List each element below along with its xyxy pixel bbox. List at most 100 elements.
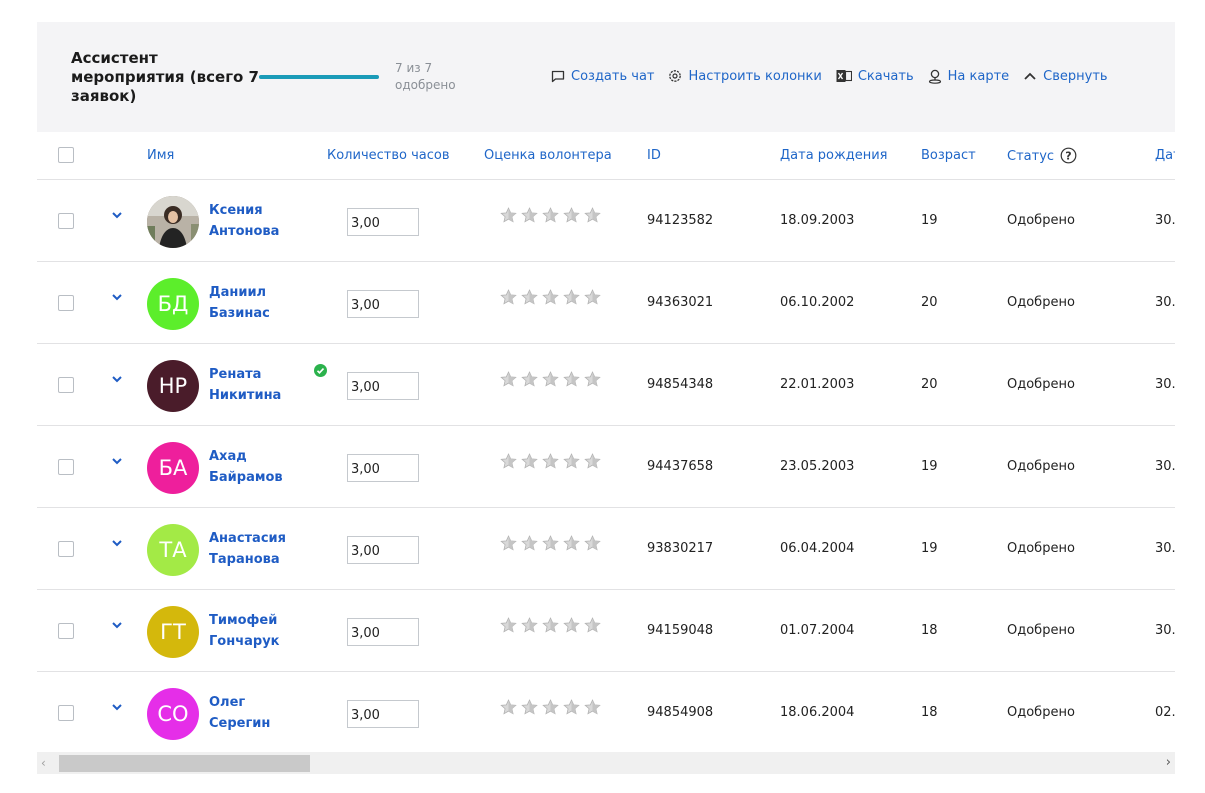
collapse-label: Свернуть: [1043, 68, 1108, 84]
hours-input[interactable]: 3,00: [347, 372, 419, 400]
volunteer-rating[interactable]: [499, 534, 604, 554]
hours-input[interactable]: 3,00: [347, 290, 419, 318]
help-icon[interactable]: ?: [1060, 147, 1077, 164]
expand-chevron-icon[interactable]: [111, 373, 123, 385]
row-checkbox[interactable]: [58, 213, 74, 229]
rating-star-icon[interactable]: [520, 206, 541, 226]
configure-columns-button[interactable]: Настроить колонки: [668, 69, 822, 84]
hours-input[interactable]: 3,00: [347, 208, 419, 236]
rating-star-icon[interactable]: [520, 370, 541, 390]
rating-star-icon[interactable]: [541, 698, 562, 718]
table-row[interactable]: Ксения Антонова 3,00 94123582 18.09.2003 19 Од…: [37, 180, 1175, 262]
rating-star-icon[interactable]: [583, 206, 604, 226]
rating-star-icon[interactable]: [499, 616, 520, 636]
expand-chevron-icon[interactable]: [111, 209, 123, 221]
rating-star-icon[interactable]: [583, 616, 604, 636]
column-header-birthdate[interactable]: Дата рождения: [780, 148, 887, 163]
table-row[interactable]: БД Даниил Базинас 3,00 94363021 06.10.2002 20 О…: [37, 262, 1175, 344]
rating-star-icon[interactable]: [499, 698, 520, 718]
row-checkbox[interactable]: [58, 377, 74, 393]
expand-chevron-icon[interactable]: [111, 619, 123, 631]
participant-name-link[interactable]: Ахад Байрамов: [209, 446, 309, 488]
table-row[interactable]: БА Ахад Байрамов 3,00 94437658 23.05.2003 19 Од…: [37, 426, 1175, 508]
hours-input[interactable]: 3,00: [347, 536, 419, 564]
select-all-checkbox[interactable]: [58, 147, 74, 163]
collapse-button[interactable]: Свернуть: [1023, 68, 1108, 84]
expand-chevron-icon[interactable]: [111, 701, 123, 713]
participant-name-link[interactable]: Анастасия Таранова: [209, 528, 309, 570]
row-checkbox[interactable]: [58, 623, 74, 639]
approval-count: 7 из 7: [395, 61, 433, 75]
download-button[interactable]: Скачать: [836, 69, 914, 84]
row-checkbox[interactable]: [58, 705, 74, 721]
rating-star-icon[interactable]: [583, 288, 604, 308]
volunteer-rating[interactable]: [499, 288, 604, 308]
rating-star-icon[interactable]: [562, 698, 583, 718]
rating-star-icon[interactable]: [583, 452, 604, 472]
participant-name-link[interactable]: Ксения Антонова: [209, 200, 309, 242]
rating-star-icon[interactable]: [499, 288, 520, 308]
participant-name-link[interactable]: Тимофей Гончарук: [209, 610, 309, 652]
column-header-status[interactable]: Статус ?: [1007, 147, 1077, 164]
rating-star-icon[interactable]: [499, 452, 520, 472]
rating-star-icon[interactable]: [562, 452, 583, 472]
volunteer-rating[interactable]: [499, 370, 604, 390]
rating-star-icon[interactable]: [583, 534, 604, 554]
rating-star-icon[interactable]: [541, 370, 562, 390]
create-chat-button[interactable]: Создать чат: [551, 69, 654, 84]
status: Одобрено: [1007, 377, 1075, 392]
rating-star-icon[interactable]: [499, 370, 520, 390]
expand-chevron-icon[interactable]: [111, 455, 123, 467]
rating-star-icon[interactable]: [562, 206, 583, 226]
rating-star-icon[interactable]: [562, 288, 583, 308]
table-row[interactable]: НР Рената Никитина 3,00 94854348 22.01.2003 20…: [37, 344, 1175, 426]
expand-chevron-icon[interactable]: [111, 291, 123, 303]
row-checkbox[interactable]: [58, 295, 74, 311]
hours-input[interactable]: 3,00: [347, 700, 419, 728]
column-header-id[interactable]: ID: [647, 148, 661, 163]
row-checkbox[interactable]: [58, 459, 74, 475]
scrollbar-thumb[interactable]: [59, 755, 310, 772]
rating-star-icon[interactable]: [499, 534, 520, 554]
table-row[interactable]: СО Олег Серегин 3,00 94854908 18.06.2004 18 Одо…: [37, 672, 1175, 754]
column-header-date[interactable]: Дата: [1155, 148, 1175, 163]
rating-star-icon[interactable]: [520, 288, 541, 308]
rating-star-icon[interactable]: [562, 370, 583, 390]
horizontal-scrollbar[interactable]: ‹ ›: [37, 752, 1175, 774]
rating-star-icon[interactable]: [562, 616, 583, 636]
volunteer-rating[interactable]: [499, 206, 604, 226]
column-header-name[interactable]: Имя: [147, 148, 174, 163]
participant-name-link[interactable]: Олег Серегин: [209, 692, 309, 734]
column-header-rating[interactable]: Оценка волонтера: [484, 148, 612, 163]
row-checkbox[interactable]: [58, 541, 74, 557]
rating-star-icon[interactable]: [520, 534, 541, 554]
column-header-age[interactable]: Возраст: [921, 148, 976, 163]
participant-name-link[interactable]: Даниил Базинас: [209, 282, 309, 324]
volunteer-rating[interactable]: [499, 452, 604, 472]
rating-star-icon[interactable]: [541, 616, 562, 636]
scroll-left-arrow[interactable]: ‹: [41, 756, 46, 770]
rating-star-icon[interactable]: [562, 534, 583, 554]
rating-star-icon[interactable]: [583, 698, 604, 718]
table-row[interactable]: ТА Анастасия Таранова 3,00 93830217 06.04.200…: [37, 508, 1175, 590]
rating-star-icon[interactable]: [541, 452, 562, 472]
rating-star-icon[interactable]: [520, 616, 541, 636]
rating-star-icon[interactable]: [520, 698, 541, 718]
hours-input[interactable]: 3,00: [347, 454, 419, 482]
column-header-hours[interactable]: Количество часов: [327, 148, 450, 163]
age: 18: [921, 705, 938, 720]
table-row[interactable]: ГТ Тимофей Гончарук 3,00 94159048 01.07.2004 1…: [37, 590, 1175, 672]
hours-input[interactable]: 3,00: [347, 618, 419, 646]
rating-star-icon[interactable]: [541, 206, 562, 226]
expand-chevron-icon[interactable]: [111, 537, 123, 549]
on-map-button[interactable]: На карте: [928, 69, 1009, 84]
volunteer-rating[interactable]: [499, 698, 604, 718]
volunteer-rating[interactable]: [499, 616, 604, 636]
scroll-right-arrow[interactable]: ›: [1166, 755, 1171, 770]
rating-star-icon[interactable]: [541, 534, 562, 554]
participant-name-link[interactable]: Рената Никитина: [209, 364, 309, 406]
rating-star-icon[interactable]: [499, 206, 520, 226]
rating-star-icon[interactable]: [583, 370, 604, 390]
rating-star-icon[interactable]: [520, 452, 541, 472]
rating-star-icon[interactable]: [541, 288, 562, 308]
